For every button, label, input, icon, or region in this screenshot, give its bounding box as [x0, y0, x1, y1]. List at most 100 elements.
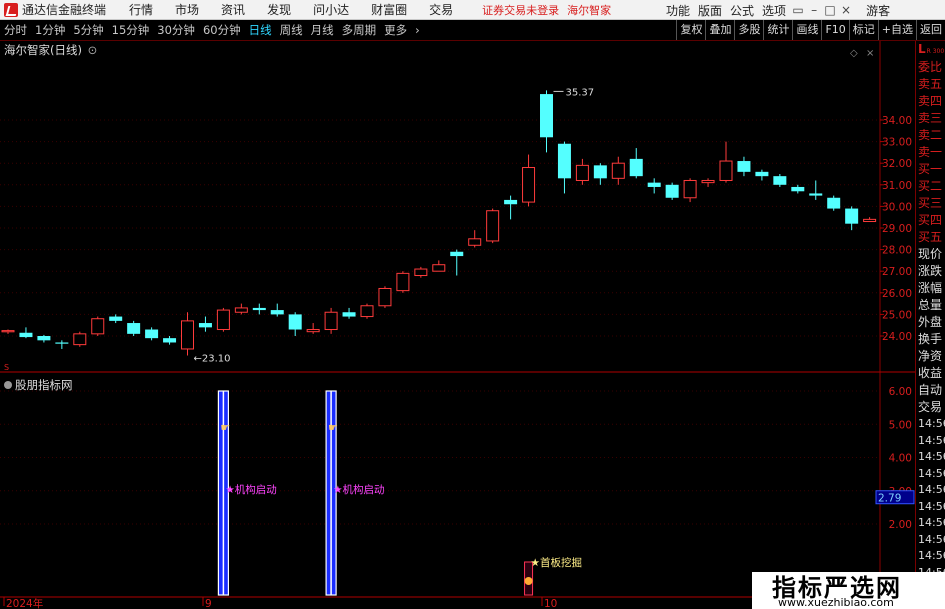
rc-item-7[interactable]: 买二 [916, 178, 945, 195]
rc-item-15[interactable]: 外盘 [916, 314, 945, 331]
period-15min[interactable]: 15分钟 [112, 22, 150, 38]
candle-body-39[interactable] [701, 179, 715, 184]
rc-item-16[interactable]: 换手 [916, 331, 945, 348]
candle-body-42[interactable] [755, 171, 769, 177]
close-icon[interactable]: × [838, 3, 854, 17]
candle-body-2[interactable] [37, 336, 51, 341]
candle-body-11[interactable] [198, 323, 212, 328]
candle-body-14[interactable] [252, 307, 266, 311]
btn-duogu[interactable]: 多股 [734, 20, 763, 40]
candle-body-5[interactable] [91, 318, 105, 335]
candle-body-13[interactable] [234, 307, 248, 313]
candle-body-36[interactable] [647, 182, 661, 187]
chart-diamond-icon[interactable]: ◇ [850, 48, 858, 59]
btn-fuquan[interactable]: 复权 [676, 20, 705, 40]
rc-item-17[interactable]: 净资 [916, 348, 945, 365]
btn-add-favorite[interactable]: +自选 [877, 20, 916, 40]
btn-back[interactable]: 返回 [916, 20, 945, 40]
rc-item-4[interactable]: 卖二 [916, 127, 945, 144]
menu-wenxiaoda[interactable]: 问小达 [302, 1, 360, 18]
window-list-icon[interactable]: ▭ [790, 3, 806, 17]
rc-item-8[interactable]: 买三 [916, 195, 945, 212]
candle-body-23[interactable] [414, 268, 428, 277]
menu-jiaoyi[interactable]: 交易 [418, 1, 464, 18]
rc-item-11[interactable]: 现价 [916, 246, 945, 263]
candle-body-37[interactable] [665, 184, 679, 198]
period-weekly[interactable]: 周线 [280, 22, 303, 38]
menu-zixun[interactable]: 资讯 [210, 1, 256, 18]
period-monthly[interactable]: 月线 [311, 22, 334, 38]
candle-body-46[interactable] [827, 197, 841, 209]
candle-body-9[interactable] [163, 338, 177, 343]
menu-banmian[interactable]: 版面 [694, 2, 726, 19]
kline-chart[interactable]: ☛ ★机构启动 ☛ ★机构启动 ★首板挖掘 34.00 33.00 32.00 31.00 30… [0, 41, 915, 609]
rc-item-19[interactable]: 自动 [916, 382, 945, 399]
btn-diejia[interactable]: 叠加 [705, 20, 734, 40]
btn-f10[interactable]: F10 [821, 20, 848, 40]
menu-shichang[interactable]: 市场 [164, 1, 210, 18]
candle-body-47[interactable] [845, 208, 859, 224]
period-multi[interactable]: 多周期 [342, 22, 377, 38]
candle-body-38[interactable] [683, 179, 697, 199]
candle-body-30[interactable] [540, 94, 553, 138]
maximize-icon[interactable]: □ [822, 3, 838, 17]
minimize-icon[interactable]: – [806, 3, 822, 17]
period-30min[interactable]: 30分钟 [157, 22, 195, 38]
rc-item-12[interactable]: 涨跌 [916, 263, 945, 280]
period-fenshi[interactable]: 分时 [4, 22, 27, 38]
candle-body-3[interactable] [55, 342, 69, 344]
candle-body-16[interactable] [288, 314, 302, 330]
candle-body-8[interactable] [145, 329, 159, 339]
rc-item-5[interactable]: 卖一 [916, 144, 945, 161]
candle-body-17[interactable] [306, 329, 320, 333]
btn-tongji[interactable]: 统计 [763, 20, 792, 40]
candle-body-41[interactable] [737, 161, 751, 172]
candle-body-43[interactable] [773, 176, 787, 185]
indicator-settings-icon[interactable] [4, 381, 12, 389]
candle-body-44[interactable] [791, 186, 805, 192]
candle-body-6[interactable] [109, 316, 123, 321]
rc-item-1[interactable]: 卖五 [916, 76, 945, 93]
candle-body-15[interactable] [270, 310, 284, 315]
candle-body-28[interactable] [504, 199, 518, 205]
candle-body-25[interactable] [450, 251, 464, 257]
candle-body-27[interactable] [486, 210, 500, 242]
guest-login[interactable]: 游客 [866, 2, 890, 19]
rc-item-2[interactable]: 卖四 [916, 93, 945, 110]
period-1min[interactable]: 1分钟 [35, 22, 65, 38]
rc-item-20[interactable]: 交易 [916, 399, 945, 416]
btn-huaxian[interactable]: 画线 [792, 20, 821, 40]
rc-item-18[interactable]: 收益 [916, 365, 945, 382]
candle-body-40[interactable] [719, 160, 733, 181]
trade-login-notice[interactable]: 证券交易未登录 [482, 2, 559, 18]
candle-body-20[interactable] [360, 305, 374, 318]
candle-body-45[interactable] [809, 193, 823, 196]
candle-body-33[interactable] [593, 165, 607, 179]
period-5min[interactable]: 5分钟 [73, 22, 103, 38]
candle-body-1[interactable] [19, 332, 33, 338]
candle-body-48[interactable] [863, 218, 877, 223]
candle-body-18[interactable] [324, 311, 338, 331]
more-arrow-icon[interactable]: › [415, 23, 420, 37]
menu-faxian[interactable]: 发现 [256, 1, 302, 18]
candle-body-35[interactable] [629, 158, 643, 177]
menu-gongshi[interactable]: 公式 [726, 2, 758, 19]
menu-xuanxiang[interactable]: 选项 [758, 2, 790, 19]
period-60min[interactable]: 60分钟 [203, 22, 241, 38]
candle-body-22[interactable] [396, 272, 410, 292]
rc-item-9[interactable]: 买四 [916, 212, 945, 229]
candle-body-10[interactable] [181, 320, 194, 350]
candle-body-21[interactable] [378, 287, 392, 307]
candle-body-12[interactable] [216, 309, 230, 331]
menu-hangqing[interactable]: 行情 [118, 1, 164, 18]
period-more[interactable]: 更多 [384, 22, 407, 38]
chart-close-icon[interactable]: × [866, 48, 874, 59]
rc-item-3[interactable]: 卖三 [916, 110, 945, 127]
rc-item-13[interactable]: 涨幅 [916, 280, 945, 297]
candle-body-31[interactable] [557, 143, 571, 179]
chart-options-icon[interactable]: ⊙ [88, 43, 98, 57]
btn-biaoji[interactable]: 标记 [848, 20, 878, 40]
rc-item-14[interactable]: 总量 [916, 297, 945, 314]
candle-body-7[interactable] [127, 323, 141, 334]
candle-body-4[interactable] [73, 333, 87, 346]
